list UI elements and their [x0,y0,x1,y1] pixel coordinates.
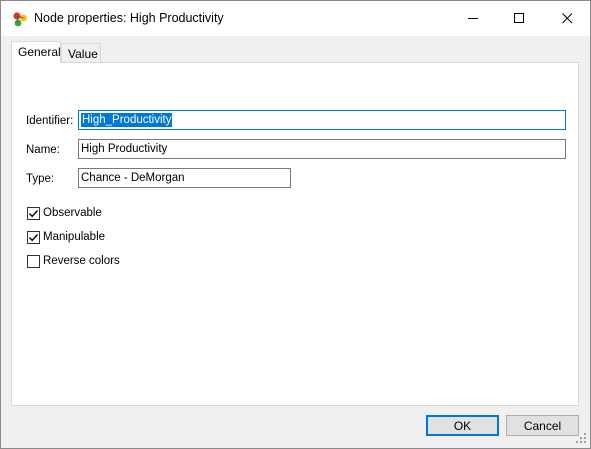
identifier-input[interactable]: High_Productivity [78,110,566,130]
type-label: Type: [26,173,55,185]
resize-grip-icon[interactable] [575,432,587,444]
dialog-client: General Value Identifier: High_Productiv… [1,36,590,448]
identifier-label: Identifier: [26,115,74,127]
manipulable-checkbox[interactable] [27,230,40,244]
observable-checkbox[interactable] [27,206,40,220]
app-network-icon [13,12,27,27]
name-label: Name: [26,144,60,156]
ok-button[interactable]: OK [426,415,499,436]
close-button[interactable] [544,1,590,36]
checkmark-icon [28,209,39,217]
name-input[interactable]: High Productivity [78,139,566,159]
maximize-button[interactable] [496,1,542,36]
observable-checkbox-row[interactable]: Observable [27,205,102,221]
reverse-colors-checkbox-row[interactable]: Reverse colors [27,253,120,269]
general-tab-panel: Identifier: High_Productivity Name: High… [11,62,579,406]
maximize-icon [513,13,524,23]
type-field: Chance - DeMorgan [78,168,291,188]
checkmark-icon [28,233,39,241]
close-icon [561,13,572,24]
reverse-colors-checkbox[interactable] [27,254,40,268]
window-title: Node properties: High Productivity [34,11,224,25]
tab-value[interactable]: Value [61,43,101,63]
minimize-icon [467,18,478,19]
dialog-window: Node properties: High Productivity Gener… [0,0,591,449]
tab-general[interactable]: General [11,41,61,63]
manipulable-label: Manipulable [43,231,106,243]
cancel-button[interactable]: Cancel [506,415,579,436]
reverse-colors-label: Reverse colors [43,255,120,267]
identifier-value: High_Productivity [81,113,173,127]
observable-label: Observable [43,207,102,219]
minimize-button[interactable] [450,1,496,36]
title-bar[interactable]: Node properties: High Productivity [1,1,590,36]
manipulable-checkbox-row[interactable]: Manipulable [27,229,105,245]
